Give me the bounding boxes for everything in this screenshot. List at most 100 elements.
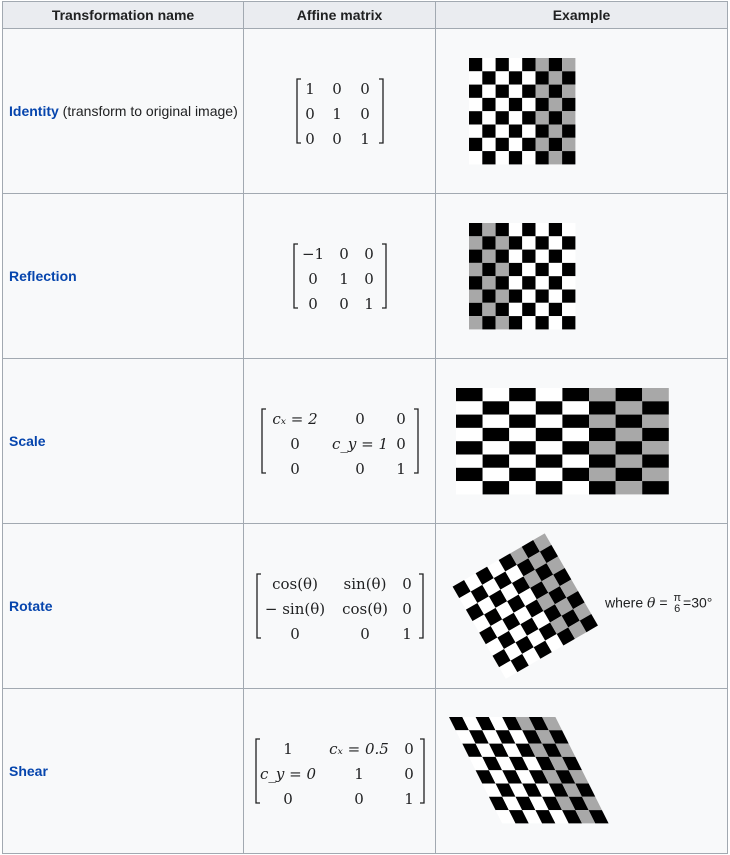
matrix-cell: 1 0 0 0 1 0 0 0 1 [243,28,436,194]
checker-square [562,441,589,455]
matrix-entry: 0 [402,575,412,593]
checker-square [495,276,509,290]
matrix-entry: c_y = 1 [331,435,387,453]
checker-square [508,111,523,125]
checker-square [495,124,509,138]
checker-square [562,454,589,468]
checker-square [562,223,576,237]
rotate-angle-note: where θ = π 6 =30° [605,593,712,615]
note-equals: = [659,594,668,611]
checker-square [469,151,483,165]
checker-square [562,302,576,317]
shear-link[interactable]: Shear [9,763,48,779]
matrix-entry: 0 [364,245,374,263]
checker-square [482,111,496,125]
matrix-entry: 0 [360,625,370,641]
checker-square [456,481,483,495]
checker-square [535,262,549,277]
checker-square [469,71,483,85]
checker-square [522,249,536,263]
example-cell [435,688,728,854]
matrix-entry: 0 [355,460,365,476]
checker-square [469,97,483,112]
checker-square [469,124,483,138]
table-row-scale: Scale cₓ = 2 0 0 0 c_y = 1 0 0 0 1 [2,358,728,524]
name-cell: Reflection [2,193,244,359]
checker-square [495,58,509,72]
matrix-entry: cₓ = 2 [272,410,317,428]
scale-link[interactable]: Scale [9,433,46,449]
matrix-entry: c_y = 0 [259,765,315,783]
header-transformation-name: Transformation name [2,1,244,29]
checker-square [482,441,510,455]
checker-square [562,124,576,138]
matrix-entry: 0 [290,460,300,476]
checker-square [562,316,576,330]
checker-square [522,223,536,237]
checker-square [456,441,483,455]
matrix-entry: 0 [364,270,374,288]
checker-square [469,137,483,152]
transformations-table: Transformation name Affine matrix Exampl… [2,1,728,854]
checker-square [482,414,510,428]
checker-square [508,262,523,277]
checker-square [469,84,483,98]
checker-square [508,58,523,72]
checker-square [482,223,496,237]
checker-square [508,223,523,237]
checker-square [642,401,669,415]
matrix-entry: 0 [404,765,414,783]
checker-square [642,427,669,442]
matrix-entry: 0 [332,80,342,98]
matrix-entry: 0 [305,105,315,123]
checker-square [509,481,536,495]
example-cell [435,193,728,359]
matrix-entry: 0 [339,245,349,263]
checker-square [482,454,510,468]
reflection-link[interactable]: Reflection [9,268,77,284]
matrix-entry: sin(θ) [343,575,386,593]
checker-square [469,58,483,72]
identity-link[interactable]: Identity [9,103,59,119]
checker-square [589,388,616,402]
checker-square [535,427,563,442]
checker-square [469,249,483,263]
checker-square [508,151,523,165]
checker-square [562,249,576,263]
checker-square [495,316,509,330]
checker-square [482,236,496,250]
checker-square [615,441,643,455]
checker-square [482,427,510,442]
checker-square [469,276,483,290]
checker-square [535,111,549,125]
reflection-example-image [469,223,576,330]
matrix-entry: cos(θ) [272,575,318,593]
checker-square [495,289,509,303]
checker-square [482,276,496,290]
matrix-cell: −1 0 0 0 1 0 0 0 1 [243,193,436,359]
checker-square [535,97,549,112]
rotate-matrix: cos(θ) sin(θ) 0 − sin(θ) cos(θ) 0 0 0 1 [255,573,424,641]
checker-square [509,441,536,455]
matrix-cell: cos(θ) sin(θ) 0 − sin(θ) cos(θ) 0 0 0 1 [243,523,436,689]
checker-square [535,276,549,290]
matrix-entry: 1 [339,270,349,288]
checker-square [509,427,536,442]
checker-square [535,223,549,237]
checker-square [508,236,523,250]
checker-square [495,249,509,263]
checker-square [482,71,496,85]
checker-square [548,97,563,112]
checker-square [548,316,563,330]
matrix-entry: 0 [308,270,318,288]
checker-square [495,97,509,112]
checker-square [642,441,669,455]
checker-square [535,236,549,250]
checker-square [562,84,576,98]
checker-square [548,111,563,125]
checker-square [535,289,549,303]
checker-square [615,467,643,482]
matrix-entry: 0 [396,410,406,428]
rotate-link[interactable]: Rotate [9,598,53,614]
checker-square [548,262,563,277]
